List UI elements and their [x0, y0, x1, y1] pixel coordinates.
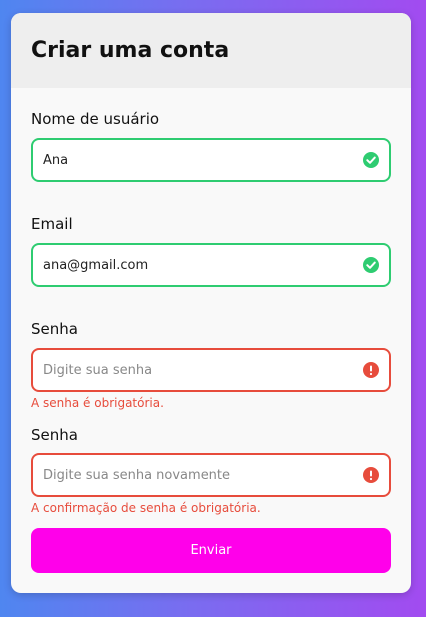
password-label: Senha: [31, 320, 78, 338]
password-confirm-input[interactable]: [43, 467, 343, 483]
check-circle-icon: [363, 152, 379, 168]
email-input[interactable]: [43, 257, 343, 273]
email-label: Email: [31, 215, 73, 233]
password-confirm-error: A confirmação de senha é obrigatória.: [31, 501, 261, 515]
signup-card: Criar uma conta Nome de usuário Email Se…: [11, 13, 411, 593]
username-field[interactable]: [31, 138, 391, 182]
password-error: A senha é obrigatória.: [31, 396, 164, 410]
username-label: Nome de usuário: [31, 110, 160, 128]
page-title: Criar uma conta: [31, 38, 230, 63]
exclamation-circle-icon: [363, 467, 379, 483]
submit-button[interactable]: Enviar: [31, 528, 391, 573]
card-header: Criar uma conta: [11, 13, 411, 88]
password-confirm-field[interactable]: [31, 453, 391, 497]
password-field[interactable]: [31, 348, 391, 392]
password-confirm-label: Senha: [31, 426, 78, 444]
password-input[interactable]: [43, 362, 343, 378]
username-input[interactable]: [43, 152, 343, 168]
exclamation-circle-icon: [363, 362, 379, 378]
check-circle-icon: [363, 257, 379, 273]
email-field[interactable]: [31, 243, 391, 287]
